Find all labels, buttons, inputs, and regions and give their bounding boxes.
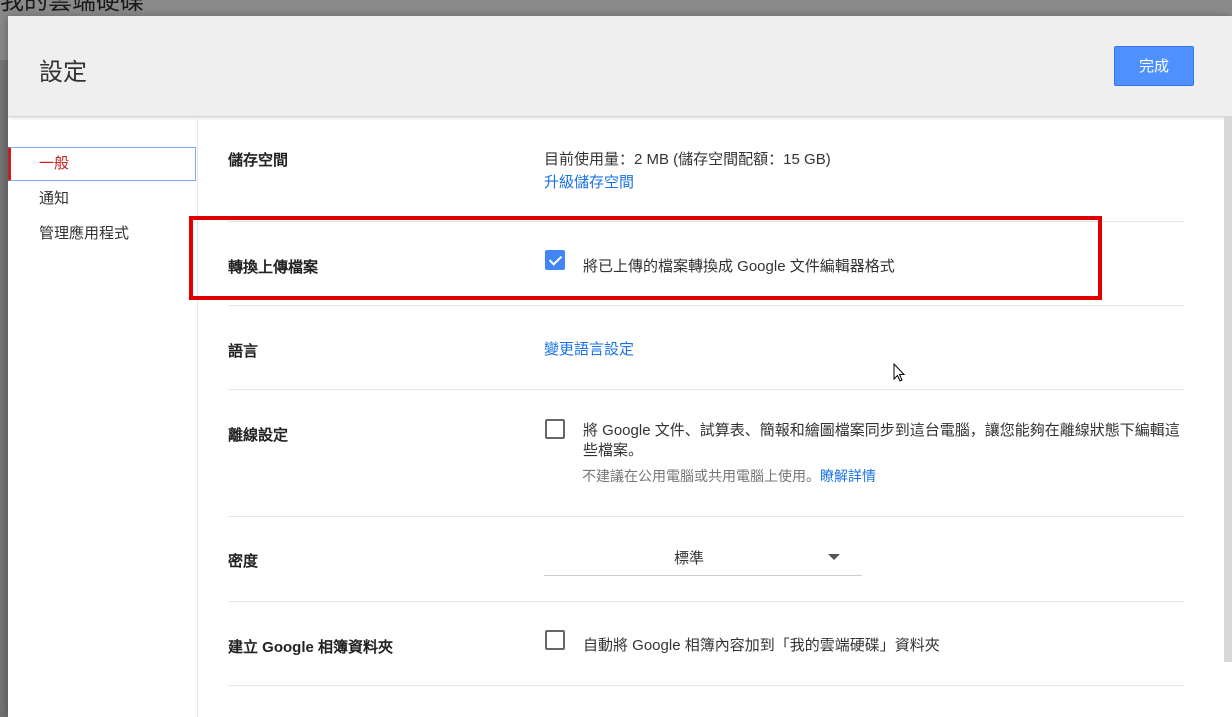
density-selected-value: 標準: [673, 550, 704, 567]
convert-uploads-row: 轉換上傳檔案 將已上傳的檔案轉換成 Google 文件編輯器格式: [228, 221, 1184, 306]
chevron-down-icon: [828, 554, 840, 560]
convert-uploads-checkbox[interactable]: [545, 250, 565, 270]
google-photos-checkbox[interactable]: [545, 630, 565, 650]
sidebar-item-notifications[interactable]: 通知: [8, 182, 196, 216]
offline-row: 離線設定 將 Google 文件、試算表、簡報和繪圖檔案同步到這台電腦，讓您能夠…: [228, 389, 1184, 517]
sidebar-item-manage-apps[interactable]: 管理應用程式: [8, 217, 196, 251]
upgrade-storage-link[interactable]: 升級儲存空間: [544, 171, 634, 192]
storage-usage-text: 目前使用量：2 MB (儲存空間配額：15 GB): [544, 151, 831, 168]
google-photos-label: 建立 Google 相簿資料夾: [228, 639, 394, 656]
dialog-header: 設定 完成: [8, 16, 1232, 117]
density-label: 密度: [228, 553, 259, 570]
google-photos-row: 建立 Google 相簿資料夾 自動將 Google 相簿內容加到「我的雲端硬碟…: [228, 601, 1184, 686]
settings-dialog: 設定 完成 一般 通知 管理應用程式 儲存空間 目前使用量：2 MB (儲存空間…: [8, 16, 1232, 717]
storage-label: 儲存空間: [228, 152, 289, 169]
storage-row: 儲存空間 目前使用量：2 MB (儲存空間配額：15 GB) 升級儲存空間: [228, 117, 1184, 222]
change-language-link[interactable]: 變更語言設定: [544, 338, 634, 359]
dialog-title: 設定: [39, 59, 87, 86]
offline-checkbox[interactable]: [545, 419, 565, 439]
offline-text: 將 Google 文件、試算表、簡報和繪圖檔案同步到這台電腦，讓您能夠在離線狀態…: [583, 422, 1180, 459]
density-select[interactable]: 標準: [544, 543, 862, 576]
background-title-text: 我的雲端硬碟: [0, 0, 144, 15]
offline-note: 不建議在公用電腦或共用電腦上使用。: [582, 468, 820, 484]
language-row: 語言 變更語言設定: [228, 305, 1184, 390]
dialog-scrollbar[interactable]: [1224, 117, 1232, 662]
google-photos-text: 自動將 Google 相簿內容加到「我的雲端硬碟」資料夾: [583, 637, 940, 654]
mouse-pointer-icon: [893, 363, 906, 382]
convert-uploads-text: 將已上傳的檔案轉換成 Google 文件編輯器格式: [583, 258, 895, 275]
learn-more-link[interactable]: 瞭解詳情: [820, 468, 876, 484]
done-button[interactable]: 完成: [1114, 46, 1194, 86]
offline-label: 離線設定: [228, 427, 289, 444]
settings-sidebar: 一般 通知 管理應用程式: [8, 117, 198, 717]
convert-uploads-label: 轉換上傳檔案: [228, 259, 319, 276]
density-row: 密度 標準: [228, 516, 1184, 602]
language-label: 語言: [228, 343, 259, 360]
sidebar-item-general[interactable]: 一般: [8, 147, 196, 181]
